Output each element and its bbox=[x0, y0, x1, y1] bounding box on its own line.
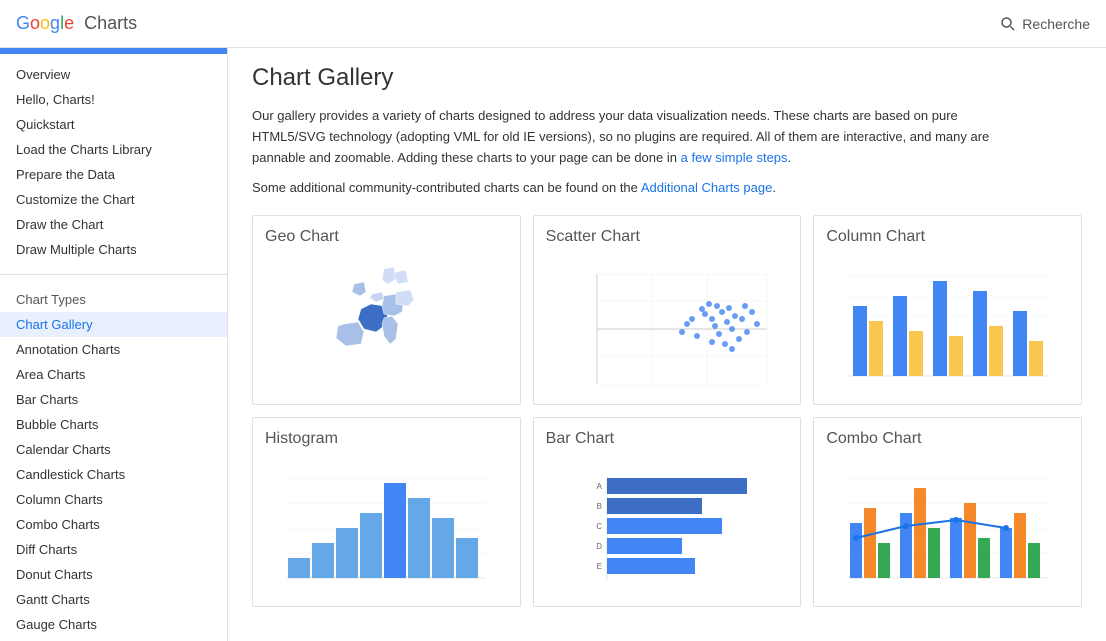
header: Google Charts Recherche bbox=[0, 0, 1106, 48]
sidebar-item-calendar-charts[interactable]: Calendar Charts bbox=[0, 437, 227, 462]
svg-text:A: A bbox=[597, 482, 603, 491]
bar-chart-visual: A B C D E bbox=[546, 456, 789, 596]
sidebar-item-chart-gallery[interactable]: Chart Gallery bbox=[0, 312, 227, 337]
histogram-card[interactable]: Histogram bbox=[252, 417, 521, 607]
logo: Google Charts bbox=[16, 13, 137, 34]
bar-chart-title: Bar Chart bbox=[546, 430, 789, 448]
scatter-chart-card[interactable]: Scatter Chart bbox=[533, 215, 802, 405]
intro-text-2: Some additional community-contributed ch… bbox=[252, 180, 638, 195]
sidebar-item-bubble-charts[interactable]: Bubble Charts bbox=[0, 412, 227, 437]
histogram-svg bbox=[276, 468, 496, 588]
intro-text-1-end: . bbox=[788, 150, 792, 165]
sidebar-chart-types-section: Chart Types Chart Gallery Annotation Cha… bbox=[0, 279, 227, 641]
sidebar-item-column-charts[interactable]: Column Charts bbox=[0, 487, 227, 512]
sidebar-item-hello-charts[interactable]: Hello, Charts! bbox=[0, 87, 227, 112]
geo-chart-card[interactable]: Geo Chart bbox=[252, 215, 521, 405]
intro-paragraph-1: Our gallery provides a variety of charts… bbox=[252, 106, 1012, 168]
sidebar-nav-section: Overview Hello, Charts! Quickstart Load … bbox=[0, 54, 227, 270]
svg-text:D: D bbox=[596, 542, 602, 551]
combo-chart-svg bbox=[838, 468, 1058, 588]
search-area: Recherche bbox=[1000, 16, 1090, 32]
page-title: Chart Gallery bbox=[252, 64, 1082, 92]
sidebar-item-geo-charts[interactable]: GeoCharts bbox=[0, 637, 227, 641]
charts-label: Charts bbox=[84, 13, 137, 34]
sidebar-chart-types-label: Chart Types bbox=[0, 287, 227, 312]
combo-chart-card[interactable]: Combo Chart bbox=[813, 417, 1082, 607]
search-label[interactable]: Recherche bbox=[1022, 16, 1090, 32]
column-chart-card[interactable]: Column Chart bbox=[813, 215, 1082, 405]
content-area: Chart Gallery Our gallery provides a var… bbox=[228, 48, 1106, 641]
column-chart-title: Column Chart bbox=[826, 228, 1069, 246]
sidebar-item-quickstart[interactable]: Quickstart bbox=[0, 112, 227, 137]
main-layout: Overview Hello, Charts! Quickstart Load … bbox=[0, 48, 1106, 641]
sidebar-item-gauge-charts[interactable]: Gauge Charts bbox=[0, 612, 227, 637]
scatter-chart-title: Scatter Chart bbox=[546, 228, 789, 246]
svg-text:B: B bbox=[597, 502, 602, 511]
sidebar: Overview Hello, Charts! Quickstart Load … bbox=[0, 48, 228, 641]
intro-paragraph-2: Some additional community-contributed ch… bbox=[252, 178, 1012, 199]
histogram-title: Histogram bbox=[265, 430, 508, 448]
bar-chart-svg: A B C D E bbox=[557, 466, 777, 586]
sidebar-item-prepare-data[interactable]: Prepare the Data bbox=[0, 162, 227, 187]
combo-chart-visual bbox=[826, 456, 1069, 596]
sidebar-item-load-charts[interactable]: Load the Charts Library bbox=[0, 137, 227, 162]
intro-text-1: Our gallery provides a variety of charts… bbox=[252, 108, 989, 165]
geo-chart-title: Geo Chart bbox=[265, 228, 508, 246]
sidebar-item-diff-charts[interactable]: Diff Charts bbox=[0, 537, 227, 562]
sidebar-item-overview[interactable]: Overview bbox=[0, 62, 227, 87]
few-simple-steps-link[interactable]: a few simple steps bbox=[681, 150, 788, 165]
column-chart-svg bbox=[838, 266, 1058, 386]
combo-chart-title: Combo Chart bbox=[826, 430, 1069, 448]
sidebar-item-annotation-charts[interactable]: Annotation Charts bbox=[0, 337, 227, 362]
sidebar-item-gantt-charts[interactable]: Gantt Charts bbox=[0, 587, 227, 612]
column-chart-visual bbox=[826, 254, 1069, 394]
svg-text:E: E bbox=[597, 562, 602, 571]
svg-text:C: C bbox=[596, 522, 602, 531]
sidebar-item-draw-multiple[interactable]: Draw Multiple Charts bbox=[0, 237, 227, 262]
sidebar-item-area-charts[interactable]: Area Charts bbox=[0, 362, 227, 387]
sidebar-item-candlestick-charts[interactable]: Candlestick Charts bbox=[0, 462, 227, 487]
intro-text-2-end: . bbox=[772, 180, 776, 195]
bar-chart-card[interactable]: Bar Chart bbox=[533, 417, 802, 607]
sidebar-item-draw-chart[interactable]: Draw the Chart bbox=[0, 212, 227, 237]
histogram-visual bbox=[265, 456, 508, 596]
search-icon bbox=[1000, 16, 1016, 32]
chart-gallery-grid: Geo Chart bbox=[252, 215, 1082, 607]
additional-charts-link[interactable]: Additional Charts page bbox=[641, 180, 773, 195]
sidebar-item-combo-charts[interactable]: Combo Charts bbox=[0, 512, 227, 537]
sidebar-divider bbox=[0, 274, 227, 275]
sidebar-item-customize-chart[interactable]: Customize the Chart bbox=[0, 187, 227, 212]
sidebar-item-donut-charts[interactable]: Donut Charts bbox=[0, 562, 227, 587]
geo-chart-svg bbox=[276, 264, 496, 394]
scatter-chart-svg bbox=[557, 264, 777, 394]
logo-text: Google bbox=[16, 13, 74, 34]
geo-chart-visual bbox=[265, 254, 508, 394]
sidebar-item-bar-charts[interactable]: Bar Charts bbox=[0, 387, 227, 412]
scatter-chart-visual bbox=[546, 254, 789, 394]
